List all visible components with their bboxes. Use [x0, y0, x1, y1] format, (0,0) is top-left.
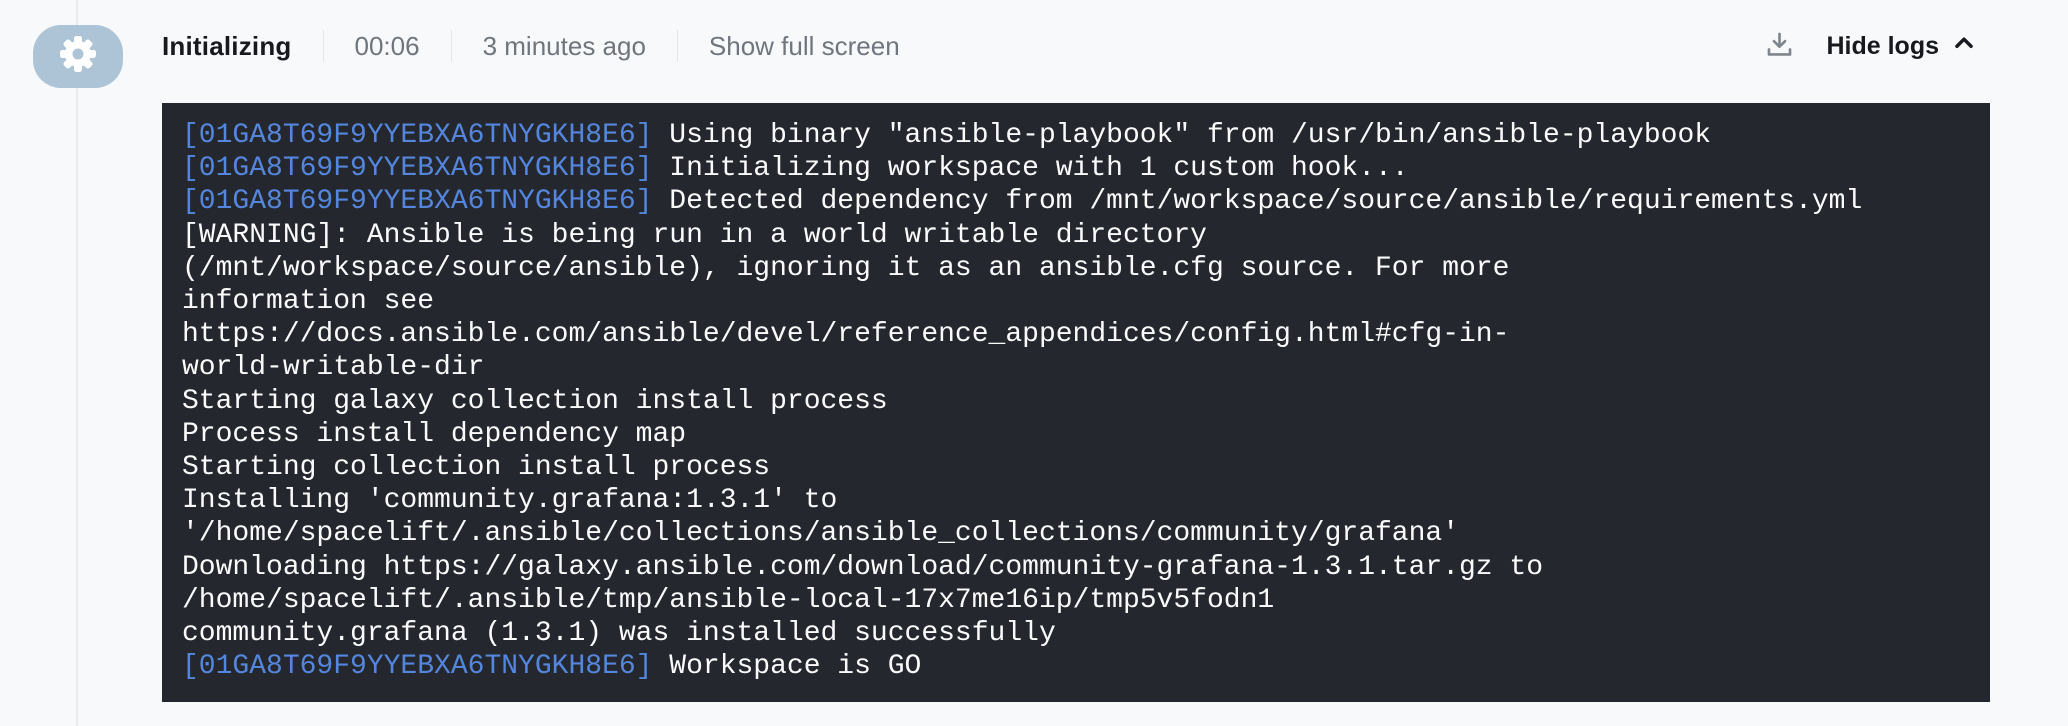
- chevron-up-icon: [1951, 30, 1977, 63]
- run-phase-header: Initializing 00:06 3 minutes ago Show fu…: [162, 0, 1977, 92]
- log-line: '/home/spacelift/.ansible/collections/an…: [182, 517, 1970, 550]
- log-timestamp-prefix: [01GA8T69F9YYEBXA6TNYGKH8E6]: [182, 120, 669, 151]
- header-divider: [451, 30, 452, 62]
- log-output-panel[interactable]: [01GA8T69F9YYEBXA6TNYGKH8E6] Using binar…: [162, 103, 1990, 702]
- header-divider: [677, 30, 678, 62]
- download-logs-button[interactable]: [1764, 29, 1795, 63]
- initializing-state-badge: [33, 25, 123, 88]
- log-line: Installing 'community.grafana:1.3.1' to: [182, 484, 1970, 517]
- phase-title: Initializing: [162, 31, 292, 62]
- log-line: Starting collection install process: [182, 451, 1970, 484]
- log-line: /home/spacelift/.ansible/tmp/ansible-loc…: [182, 584, 1970, 617]
- log-line: world-writable-dir: [182, 351, 1970, 384]
- log-line: Starting galaxy collection install proce…: [182, 385, 1970, 418]
- log-line: [01GA8T69F9YYEBXA6TNYGKH8E6] Workspace i…: [182, 650, 1970, 683]
- log-timestamp-prefix: [01GA8T69F9YYEBXA6TNYGKH8E6]: [182, 651, 669, 682]
- log-line: https://docs.ansible.com/ansible/devel/r…: [182, 318, 1970, 351]
- phase-duration: 00:06: [355, 31, 420, 62]
- hide-logs-label: Hide logs: [1826, 32, 1939, 61]
- log-line: Process install dependency map: [182, 418, 1970, 451]
- log-line: [01GA8T69F9YYEBXA6TNYGKH8E6] Detected de…: [182, 185, 1970, 218]
- log-line: Downloading https://galaxy.ansible.com/d…: [182, 551, 1970, 584]
- download-icon: [1764, 29, 1795, 63]
- header-divider: [323, 30, 324, 62]
- phase-timestamp: 3 minutes ago: [483, 31, 646, 62]
- run-timeline-connector: [76, 0, 78, 726]
- gear-icon: [58, 34, 98, 79]
- log-timestamp-prefix: [01GA8T69F9YYEBXA6TNYGKH8E6]: [182, 186, 669, 217]
- log-line: [01GA8T69F9YYEBXA6TNYGKH8E6] Using binar…: [182, 119, 1970, 152]
- log-line: information see: [182, 285, 1970, 318]
- log-line: [01GA8T69F9YYEBXA6TNYGKH8E6] Initializin…: [182, 152, 1970, 185]
- log-line: (/mnt/workspace/source/ansible), ignorin…: [182, 252, 1970, 285]
- log-line: community.grafana (1.3.1) was installed …: [182, 617, 1970, 650]
- hide-logs-button[interactable]: Hide logs: [1826, 30, 1977, 63]
- show-full-screen-link[interactable]: Show full screen: [709, 31, 900, 62]
- log-line: [WARNING]: Ansible is being run in a wor…: [182, 219, 1970, 252]
- log-timestamp-prefix: [01GA8T69F9YYEBXA6TNYGKH8E6]: [182, 153, 669, 184]
